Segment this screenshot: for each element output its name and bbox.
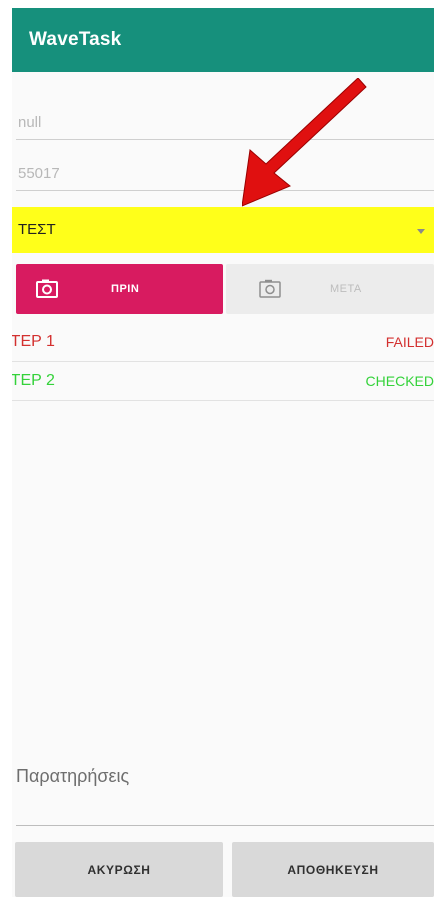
photo-tabs: ΠΡΙΝ ΜΕΤΑ (12, 264, 434, 316)
tab-after-label: ΜΕΤΑ (330, 283, 362, 295)
text-field-2-value: 55017 (18, 165, 60, 182)
save-button[interactable]: ΑΠΟΘΗΚΕΥΣΗ (232, 842, 434, 897)
camera-icon (259, 279, 281, 298)
notes-placeholder: Παρατηρήσεις (16, 766, 130, 786)
red-arrow-annotation (242, 78, 367, 207)
app-title: WaveTask (29, 29, 122, 50)
step-1-status: FAILED (385, 334, 434, 350)
cancel-button[interactable]: ΑΚΥΡΩΣΗ (15, 842, 223, 897)
camera-icon (36, 279, 58, 298)
text-field-2[interactable]: 55017 (16, 161, 434, 191)
notes-field[interactable]: Παρατηρήσεις (16, 754, 434, 826)
tab-before-label: ΠΡΙΝ (111, 283, 140, 295)
step-1-name: STEP 1 (12, 333, 55, 350)
step-row-2[interactable]: STEP 2 CHECKED (12, 363, 434, 401)
tab-after-photo[interactable]: ΜΕΤΑ (226, 264, 434, 314)
tab-before-photo[interactable]: ΠΡΙΝ (16, 264, 223, 314)
text-field-1[interactable]: null (16, 110, 434, 140)
text-field-1-value: null (18, 114, 42, 131)
app-screen: WaveTask null 55017 ΤΕΣΤ ΠΡΙΝ ΜΕΤΑ TEP 1… (12, 8, 434, 897)
spinner-selected-value: ΤΕΣΤ (18, 221, 56, 238)
dropdown-caret-icon (417, 229, 425, 234)
step-2-status: CHECKED (365, 373, 434, 389)
step-row-1[interactable]: STEP 1 FAILED (12, 324, 434, 362)
step-2-name: STEP 2 (12, 372, 55, 389)
category-spinner[interactable]: ΤΕΣΤ (12, 207, 434, 253)
app-bar: WaveTask (12, 8, 434, 72)
